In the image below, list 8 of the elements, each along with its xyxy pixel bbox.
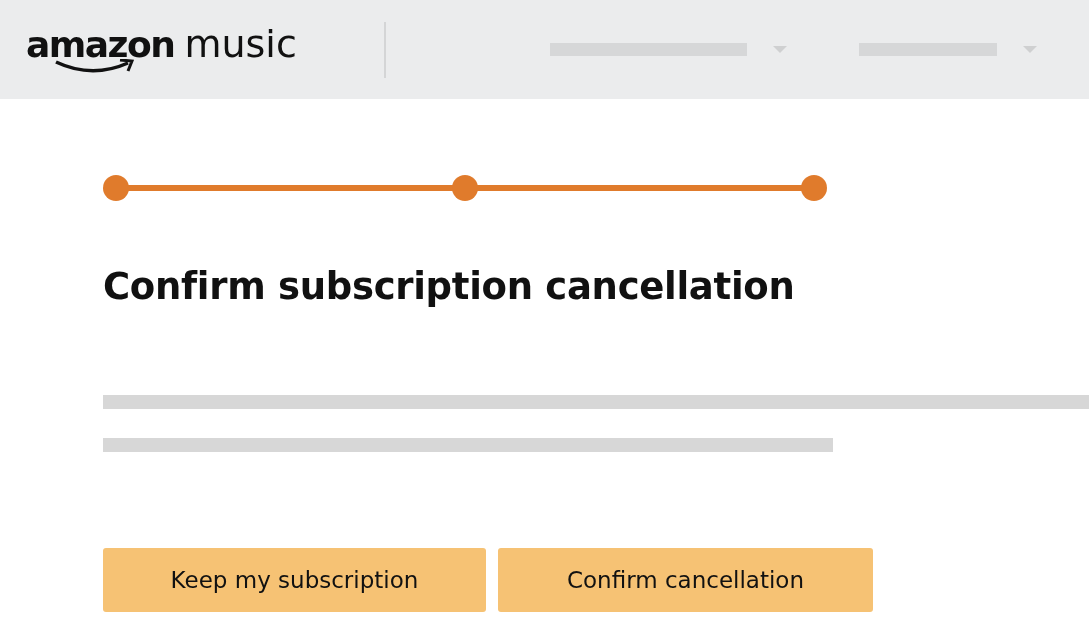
- confirm-cancellation-button[interactable]: Confirm cancellation: [498, 548, 873, 612]
- keep-subscription-button[interactable]: Keep my subscription: [103, 548, 486, 612]
- page-title: Confirm subscription cancellation: [103, 264, 796, 310]
- caret-icon[interactable]: [773, 45, 787, 54]
- caret-icon[interactable]: [1023, 45, 1037, 54]
- logo-brand: amazon: [26, 26, 175, 63]
- logo-product: music: [184, 24, 297, 63]
- smile-arrow-icon: [54, 58, 134, 75]
